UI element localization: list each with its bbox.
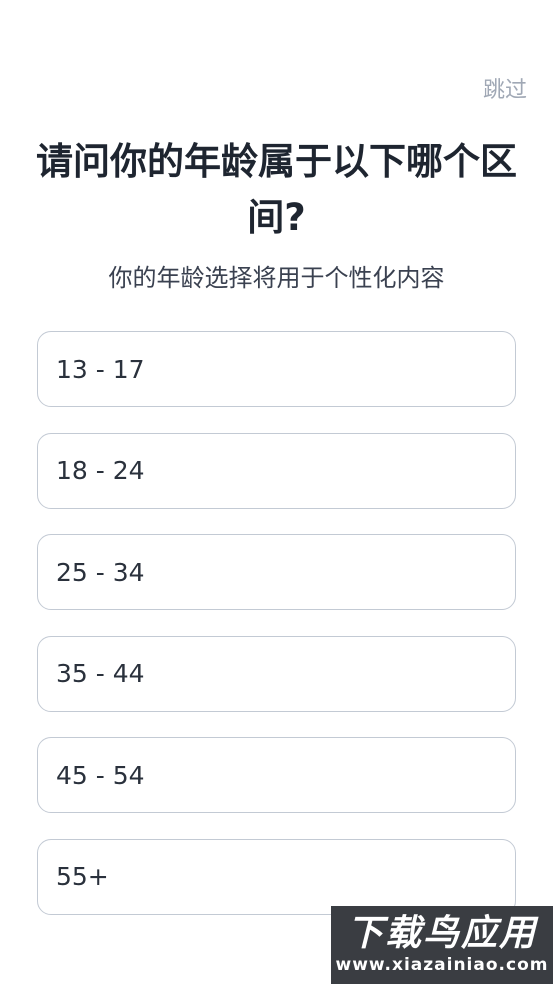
watermark-url: www.xiazainiao.com (335, 955, 549, 975)
age-option-18-24[interactable]: 18 - 24 (37, 432, 516, 509)
watermark-logo: 下载鸟应用 www.xiazainiao.com (331, 906, 553, 984)
age-option-25-34[interactable]: 25 - 34 (37, 534, 516, 610)
skip-button[interactable]: 跳过 (483, 72, 527, 104)
watermark-brand: 下载鸟应用 (346, 913, 537, 954)
age-option-35-44[interactable]: 35 - 44 (37, 635, 516, 712)
page-title: 请问你的年龄属于以下哪个区间? (36, 140, 517, 239)
age-option-55-plus[interactable]: 55+ (37, 838, 516, 915)
page-subtitle: 你的年龄选择将用于个性化内容 (108, 264, 445, 292)
age-option-45-54[interactable]: 45 - 54 (37, 737, 516, 813)
age-options-list: 13 - 17 18 - 24 25 - 34 35 - 44 45 - 54 … (37, 331, 516, 940)
age-option-13-17[interactable]: 13 - 17 (37, 331, 516, 407)
